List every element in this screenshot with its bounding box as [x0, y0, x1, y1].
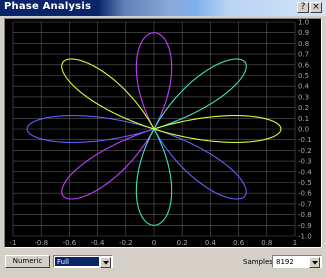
title-bar[interactable]: Phase Analysis ? × — [0, 0, 326, 16]
window-title: Phase Analysis — [4, 1, 92, 12]
x-tick-label: 1 — [293, 239, 297, 247]
y-tick-label: 0.3 — [298, 93, 309, 101]
y-tick-label: -0.1 — [298, 136, 312, 144]
y-tick-label: 0.2 — [298, 104, 309, 112]
y-tick-label: 0.5 — [298, 72, 309, 80]
y-tick-label: 0.0 — [298, 126, 309, 134]
y-tick-label: -0.8 — [298, 211, 312, 219]
x-tick-label: -0.6 — [63, 239, 77, 247]
help-button[interactable]: ? — [297, 2, 309, 13]
y-tick-label: -0.3 — [298, 158, 312, 166]
y-tick-label: 0.6 — [298, 61, 310, 69]
x-tick-label: -0.8 — [34, 239, 48, 247]
y-tick-label: -0.2 — [298, 147, 312, 155]
x-tick-label: -1 — [10, 239, 17, 247]
y-tick-label: 1.0 — [298, 19, 309, 27]
x-tick-label: -0.4 — [91, 239, 105, 247]
y-tick-label: -1.0 — [298, 233, 312, 241]
x-tick-label: 0.2 — [177, 239, 188, 247]
y-tick-label: 0.4 — [298, 83, 310, 91]
y-tick-label: -0.4 — [298, 168, 312, 176]
x-tick-label: 0 — [152, 239, 156, 247]
range-dropdown[interactable]: Full — [53, 255, 113, 268]
phase-plot: -1 -0.8 -0.6 -0.4 -0.2 0 0.2 0.4 0.6 0.8 1 1.0 0.9 0.… — [10, 19, 313, 247]
range-value: Full — [57, 258, 69, 266]
samples-dropdown[interactable]: 8192 — [272, 255, 322, 268]
y-tick-label: -0.9 — [298, 222, 312, 230]
y-tick-label: 0.9 — [298, 29, 309, 37]
chevron-down-icon[interactable] — [309, 257, 320, 268]
phase-plot-area: -1 -0.8 -0.6 -0.4 -0.2 0 0.2 0.4 0.6 0.8 1 1.0 0.9 0.… — [4, 18, 322, 248]
phase-analysis-window: Phase Analysis ? × -1 -0.8 -0.6 -0.4 -0.2 0 0.… — [0, 0, 326, 278]
y-tick-label: -0.5 — [298, 179, 312, 187]
y-tick-label: -0.6 — [298, 190, 312, 198]
range-selection: Full — [55, 257, 99, 266]
samples-value: 8192 — [276, 258, 294, 266]
x-tick-label: 0.6 — [233, 239, 245, 247]
chevron-down-icon[interactable] — [100, 257, 111, 268]
y-tick-label: 0.8 — [298, 40, 309, 48]
x-tick-label: -0.2 — [119, 239, 133, 247]
x-tick-label: 0.8 — [261, 239, 272, 247]
y-tick-label: 0.1 — [298, 115, 309, 123]
bottom-toolbar: Numeric Full Samples 8192 — [0, 250, 326, 278]
samples-label: Samples — [243, 258, 273, 266]
y-tick-label: -0.7 — [298, 200, 312, 208]
close-button[interactable]: × — [310, 2, 322, 13]
x-tick-label: 0.4 — [205, 239, 217, 247]
y-tick-label: 0.7 — [298, 51, 309, 59]
numeric-button[interactable]: Numeric — [5, 255, 50, 268]
